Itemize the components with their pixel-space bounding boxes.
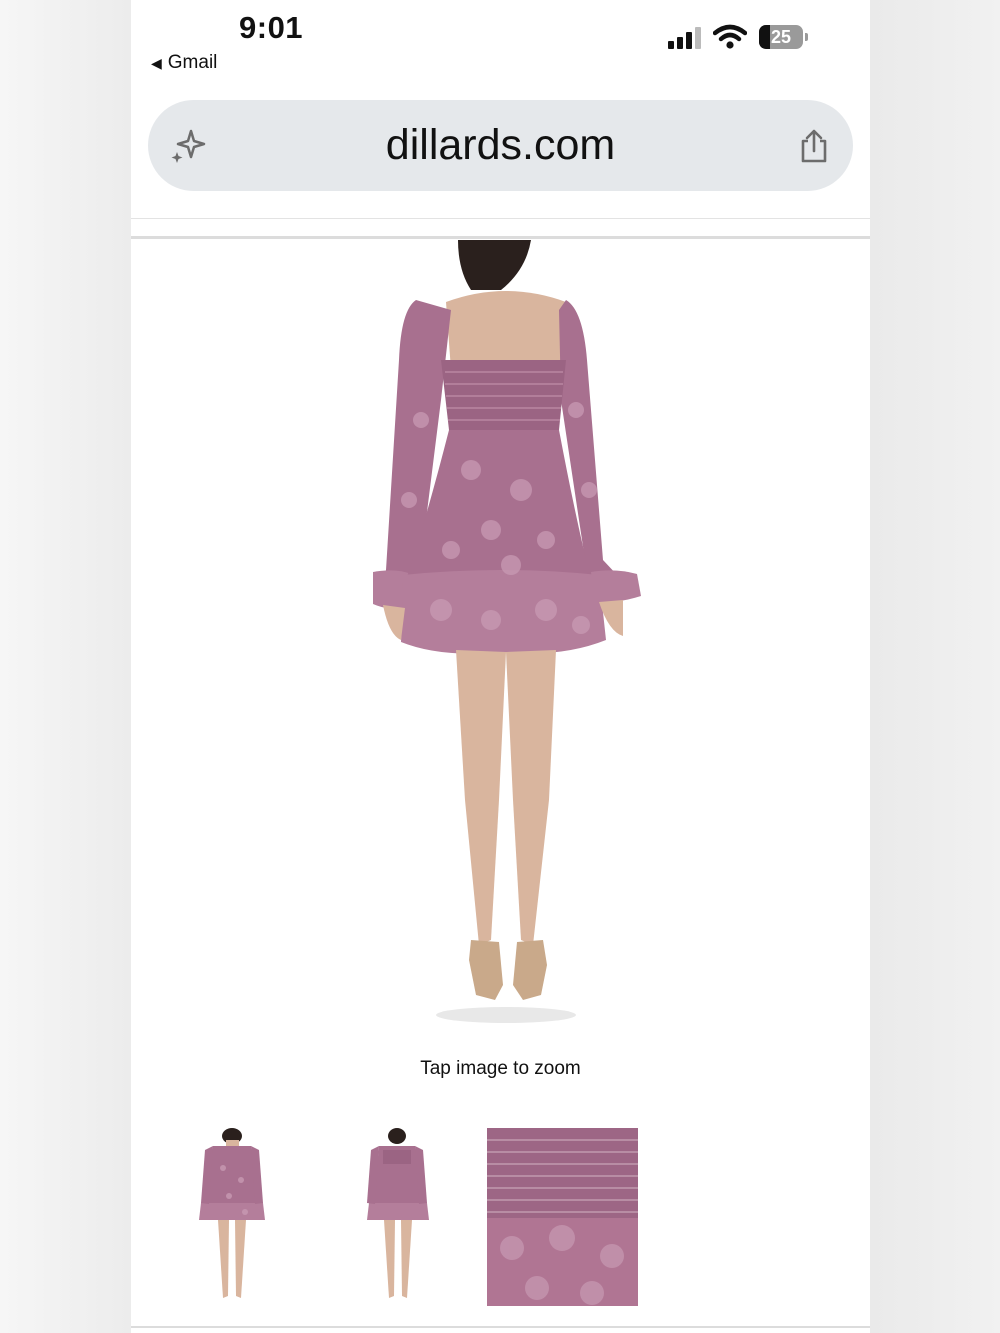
zoom-hint: Tap image to zoom: [420, 1058, 581, 1079]
status-time: 9:01: [239, 10, 304, 45]
battery-level: 25: [770, 26, 792, 47]
wifi-icon: [713, 24, 747, 49]
thumbnail-back-view[interactable]: [339, 1128, 455, 1306]
thumbnail-front-view[interactable]: [171, 1128, 287, 1306]
product-main-image[interactable]: [361, 240, 651, 1040]
share-icon[interactable]: [797, 128, 831, 164]
cellular-signal-icon: [668, 25, 701, 49]
back-to-app-link[interactable]: ◀ Gmail: [151, 52, 217, 74]
status-icons: 25: [668, 24, 808, 50]
background-left: [0, 0, 131, 1333]
thumbnail-fabric-detail[interactable]: [487, 1128, 638, 1306]
header-divider: [131, 218, 870, 219]
address-bar[interactable]: dillards.com: [148, 100, 853, 191]
section-divider: [131, 236, 870, 239]
bottom-divider: [131, 1326, 870, 1328]
url-text[interactable]: dillards.com: [148, 121, 853, 170]
back-app-label: Gmail: [167, 52, 218, 73]
background-right: [870, 0, 1000, 1333]
battery-tip: [805, 33, 808, 41]
phone-screen: 9:01 ◀ Gmail 25 dillards.com Tap image t…: [131, 0, 870, 1333]
back-arrow-icon: ◀: [151, 54, 162, 71]
battery-icon: 25: [759, 25, 803, 49]
